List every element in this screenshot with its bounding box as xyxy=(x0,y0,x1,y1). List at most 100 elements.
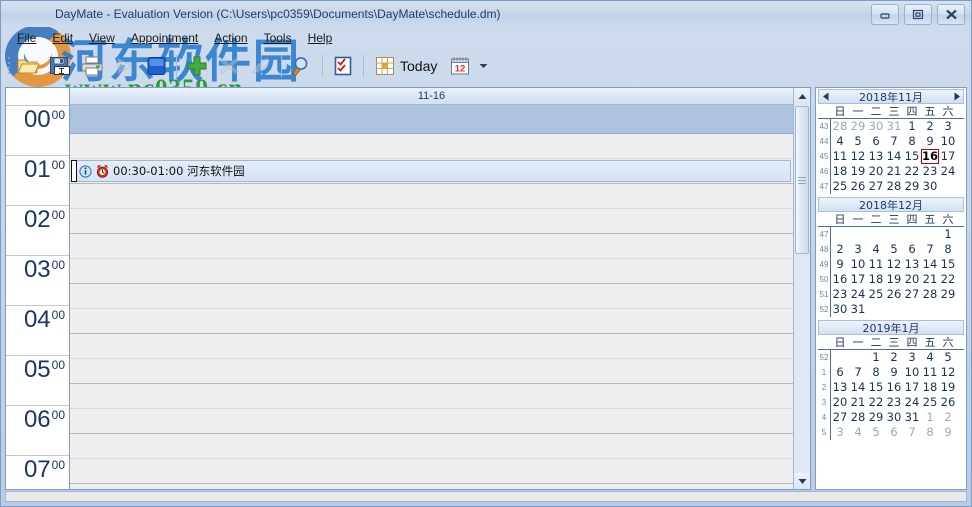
menu-item-help[interactable]: Help xyxy=(300,29,341,47)
slot-00-00[interactable] xyxy=(70,134,793,159)
slot-04-00[interactable] xyxy=(70,334,793,359)
calendar-day[interactable]: 21 xyxy=(849,395,867,410)
calendar-day[interactable]: 4 xyxy=(849,425,867,440)
calendar-day[interactable]: 25 xyxy=(921,395,939,410)
scroll-up-button[interactable] xyxy=(794,88,810,104)
appointment-selection-handle[interactable] xyxy=(71,160,77,182)
calendar-day[interactable]: 14 xyxy=(849,380,867,395)
calendar-day[interactable]: 26 xyxy=(885,287,903,302)
calendar-day[interactable]: 20 xyxy=(867,164,885,179)
calendar-day[interactable]: 4 xyxy=(867,242,885,257)
search-button[interactable] xyxy=(286,50,318,82)
calendar-day[interactable]: 29 xyxy=(849,119,867,134)
today-button[interactable]: Today xyxy=(368,50,444,82)
calendar-day[interactable]: 22 xyxy=(903,164,921,179)
calendar-day[interactable]: 17 xyxy=(939,149,957,164)
menu-item-view[interactable]: View xyxy=(81,29,123,47)
prev-month-button[interactable] xyxy=(819,90,832,103)
calendar-day[interactable]: 7 xyxy=(903,425,921,440)
calendar-day[interactable]: 31 xyxy=(849,302,867,317)
calendar-day[interactable]: 27 xyxy=(903,287,921,302)
calendar-day[interactable]: 26 xyxy=(939,395,957,410)
calendar-day[interactable]: 25 xyxy=(867,287,885,302)
calendar-day[interactable]: 1 xyxy=(867,350,885,365)
add-appointment-button[interactable] xyxy=(181,50,213,82)
calendar-day[interactable]: 2 xyxy=(831,242,849,257)
calendar-day[interactable]: 19 xyxy=(885,272,903,287)
calendar-day[interactable]: 19 xyxy=(849,164,867,179)
calendar-day[interactable]: 5 xyxy=(885,242,903,257)
calendar-day[interactable]: 13 xyxy=(903,257,921,272)
calendar-day[interactable]: 30 xyxy=(831,302,849,317)
calendar-day[interactable]: 16 xyxy=(885,380,903,395)
calendar-day[interactable]: 9 xyxy=(939,425,957,440)
calendar-day[interactable]: 28 xyxy=(831,119,849,134)
next-month-button[interactable] xyxy=(950,90,963,103)
scroll-thumb[interactable] xyxy=(795,106,809,254)
calendar-day[interactable]: 26 xyxy=(849,179,867,194)
calendar-day[interactable]: 23 xyxy=(831,287,849,302)
calendar-day[interactable]: 20 xyxy=(831,395,849,410)
slot-01-00[interactable] xyxy=(70,184,793,209)
calendar-day[interactable]: 17 xyxy=(849,272,867,287)
menu-item-tools[interactable]: Tools xyxy=(256,29,300,47)
calendar-day[interactable]: 7 xyxy=(921,242,939,257)
calendar-day[interactable]: 30 xyxy=(867,119,885,134)
calendar-day[interactable]: 23 xyxy=(885,395,903,410)
calendar-day[interactable]: 16 xyxy=(831,272,849,287)
slot-06-00[interactable] xyxy=(70,434,793,459)
calendar-day[interactable]: 6 xyxy=(831,365,849,380)
slot-01-30[interactable] xyxy=(70,209,793,234)
calendar-day[interactable]: 8 xyxy=(903,134,921,149)
calendar-day[interactable]: 5 xyxy=(939,350,957,365)
goto-date-button[interactable]: 12 xyxy=(444,50,476,82)
calendar-day[interactable]: 10 xyxy=(903,365,921,380)
calendar-day[interactable]: 15 xyxy=(867,380,885,395)
calendar-day[interactable]: 8 xyxy=(921,425,939,440)
calendar-day[interactable]: 8 xyxy=(939,242,957,257)
calendar-day[interactable]: 2 xyxy=(885,350,903,365)
calendar-day[interactable]: 13 xyxy=(867,149,885,164)
slot-02-00[interactable] xyxy=(70,234,793,259)
slot-03-30[interactable] xyxy=(70,309,793,334)
calendar-day[interactable]: 3 xyxy=(849,242,867,257)
calendar-day[interactable]: 5 xyxy=(849,134,867,149)
calendar-day[interactable]: 31 xyxy=(903,410,921,425)
calendar-day[interactable]: 27 xyxy=(867,179,885,194)
slot-04-30[interactable] xyxy=(70,359,793,384)
toolbar-grip[interactable] xyxy=(5,55,12,77)
slot-05-00[interactable] xyxy=(70,384,793,409)
all-day-band[interactable] xyxy=(70,105,793,134)
stop-button[interactable] xyxy=(140,50,172,82)
day-view-scrollbar[interactable] xyxy=(793,88,810,489)
calendar-day[interactable]: 24 xyxy=(903,395,921,410)
calendar-day[interactable]: 3 xyxy=(831,425,849,440)
calendar-day[interactable]: 25 xyxy=(831,179,849,194)
delete-appointment-button[interactable] xyxy=(213,50,245,82)
calendar-day[interactable]: 11 xyxy=(831,149,849,164)
calendar-day[interactable]: 2 xyxy=(939,410,957,425)
calendar-day[interactable]: 5 xyxy=(867,425,885,440)
calendar-day[interactable]: 10 xyxy=(939,134,957,149)
menu-item-action[interactable]: Action xyxy=(206,29,255,47)
goto-date-dropdown[interactable] xyxy=(476,51,490,81)
calendar-day[interactable]: 4 xyxy=(921,350,939,365)
menu-item-edit[interactable]: Edit xyxy=(44,29,81,47)
calendar-day[interactable]: 24 xyxy=(939,164,957,179)
slot-05-30[interactable] xyxy=(70,409,793,434)
calendar-day[interactable]: 23 xyxy=(921,164,939,179)
calendar-day[interactable]: 31 xyxy=(885,119,903,134)
calendar-day[interactable]: 24 xyxy=(849,287,867,302)
calendar-day[interactable]: 28 xyxy=(921,287,939,302)
calendar-day[interactable]: 8 xyxy=(867,365,885,380)
calendar-day[interactable]: 3 xyxy=(903,350,921,365)
menu-item-appointment[interactable]: Appointment xyxy=(123,29,206,47)
day-header[interactable]: 11-16 xyxy=(70,88,793,105)
calendar-day[interactable]: 28 xyxy=(849,410,867,425)
tasklist-button[interactable] xyxy=(327,50,359,82)
calendar-day[interactable]: 14 xyxy=(921,257,939,272)
calendar-day[interactable]: 29 xyxy=(867,410,885,425)
calendar-day[interactable]: 12 xyxy=(885,257,903,272)
calendar-day[interactable]: 12 xyxy=(939,365,957,380)
slot-03-00[interactable] xyxy=(70,284,793,309)
